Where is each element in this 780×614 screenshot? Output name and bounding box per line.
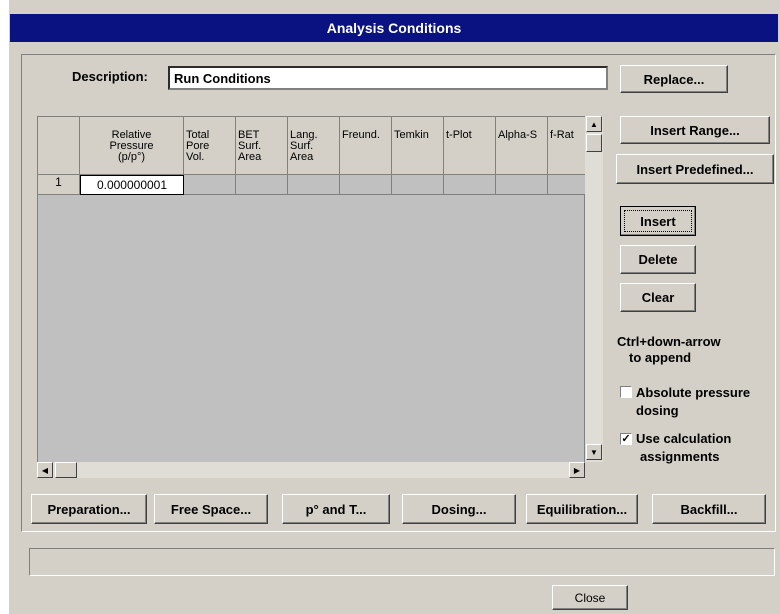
column-header-relative-pressure[interactable]: Relative Pressure (p/p°) (80, 117, 184, 175)
table-cell[interactable] (288, 175, 340, 195)
vertical-scrollbar[interactable]: ▲ ▼ (585, 116, 603, 462)
scroll-thumb-horizontal[interactable] (55, 462, 77, 478)
equilibration-button[interactable]: Equilibration... (526, 494, 638, 524)
insert-button[interactable]: Insert (620, 206, 696, 236)
description-input[interactable]: Run Conditions (168, 66, 608, 90)
conditions-table[interactable]: Relative Pressure (p/p°) Total Pore Vol. BET… (37, 116, 586, 478)
table-cell[interactable] (392, 175, 444, 195)
column-header-lang-surf-area[interactable]: Lang. Surf. Area (288, 117, 340, 175)
column-header-temkin[interactable]: Temkin (392, 117, 444, 175)
row-number[interactable]: 1 (38, 175, 80, 195)
close-button[interactable]: Close (552, 585, 628, 610)
scroll-up-arrow-icon[interactable]: ▲ (586, 116, 602, 132)
replace-button[interactable]: Replace... (620, 65, 728, 93)
column-header-f-ratio[interactable]: f-Rat (548, 117, 586, 175)
column-header-bet-surf-area[interactable]: BET Surf. Area (236, 117, 288, 175)
free-space-button[interactable]: Free Space... (154, 494, 268, 524)
relative-pressure-cell[interactable]: 0.000000001 (80, 175, 184, 195)
absolute-pressure-checkbox[interactable] (620, 386, 632, 398)
backfill-button[interactable]: Backfill... (652, 494, 766, 524)
table-cell[interactable] (496, 175, 548, 195)
scroll-left-arrow-icon[interactable]: ◀ (37, 462, 53, 478)
table-cell[interactable] (184, 175, 236, 195)
absolute-pressure-label[interactable]: Absolute pressure dosing (636, 384, 750, 420)
table-cell[interactable] (340, 175, 392, 195)
column-header-t-plot[interactable]: t-Plot (444, 117, 496, 175)
scroll-right-arrow-icon[interactable]: ▶ (569, 462, 585, 478)
window-title: Analysis Conditions (326, 20, 462, 36)
preparation-button[interactable]: Preparation... (31, 494, 147, 524)
use-calculation-checkbox[interactable]: ✓ (620, 433, 632, 445)
clear-button[interactable]: Clear (620, 283, 696, 312)
scroll-down-arrow-icon[interactable]: ▼ (586, 444, 602, 460)
column-header-freund[interactable]: Freund. (340, 117, 392, 175)
insert-range-button[interactable]: Insert Range... (620, 116, 770, 144)
insert-predefined-button[interactable]: Insert Predefined... (616, 154, 774, 184)
column-header-alpha-s[interactable]: Alpha-S (496, 117, 548, 175)
column-header-total-pore-vol[interactable]: Total Pore Vol. (184, 117, 236, 175)
horizontal-scrollbar[interactable]: ◀ ▶ (37, 462, 585, 478)
p0-and-t-button[interactable]: p° and T... (282, 494, 390, 524)
row-header-corner (38, 117, 80, 175)
append-hint: Ctrl+down-arrow to append (617, 334, 721, 365)
title-bar: Analysis Conditions (10, 14, 778, 42)
table-cell[interactable] (236, 175, 288, 195)
table-cell[interactable] (548, 175, 586, 195)
table-cell[interactable] (444, 175, 496, 195)
scroll-thumb[interactable] (586, 134, 602, 152)
delete-button[interactable]: Delete (620, 245, 696, 274)
dosing-button[interactable]: Dosing... (402, 494, 516, 524)
description-label: Description: (72, 69, 148, 84)
status-bar (29, 548, 775, 576)
use-calculation-label[interactable]: Use calculation assignments (636, 430, 731, 466)
